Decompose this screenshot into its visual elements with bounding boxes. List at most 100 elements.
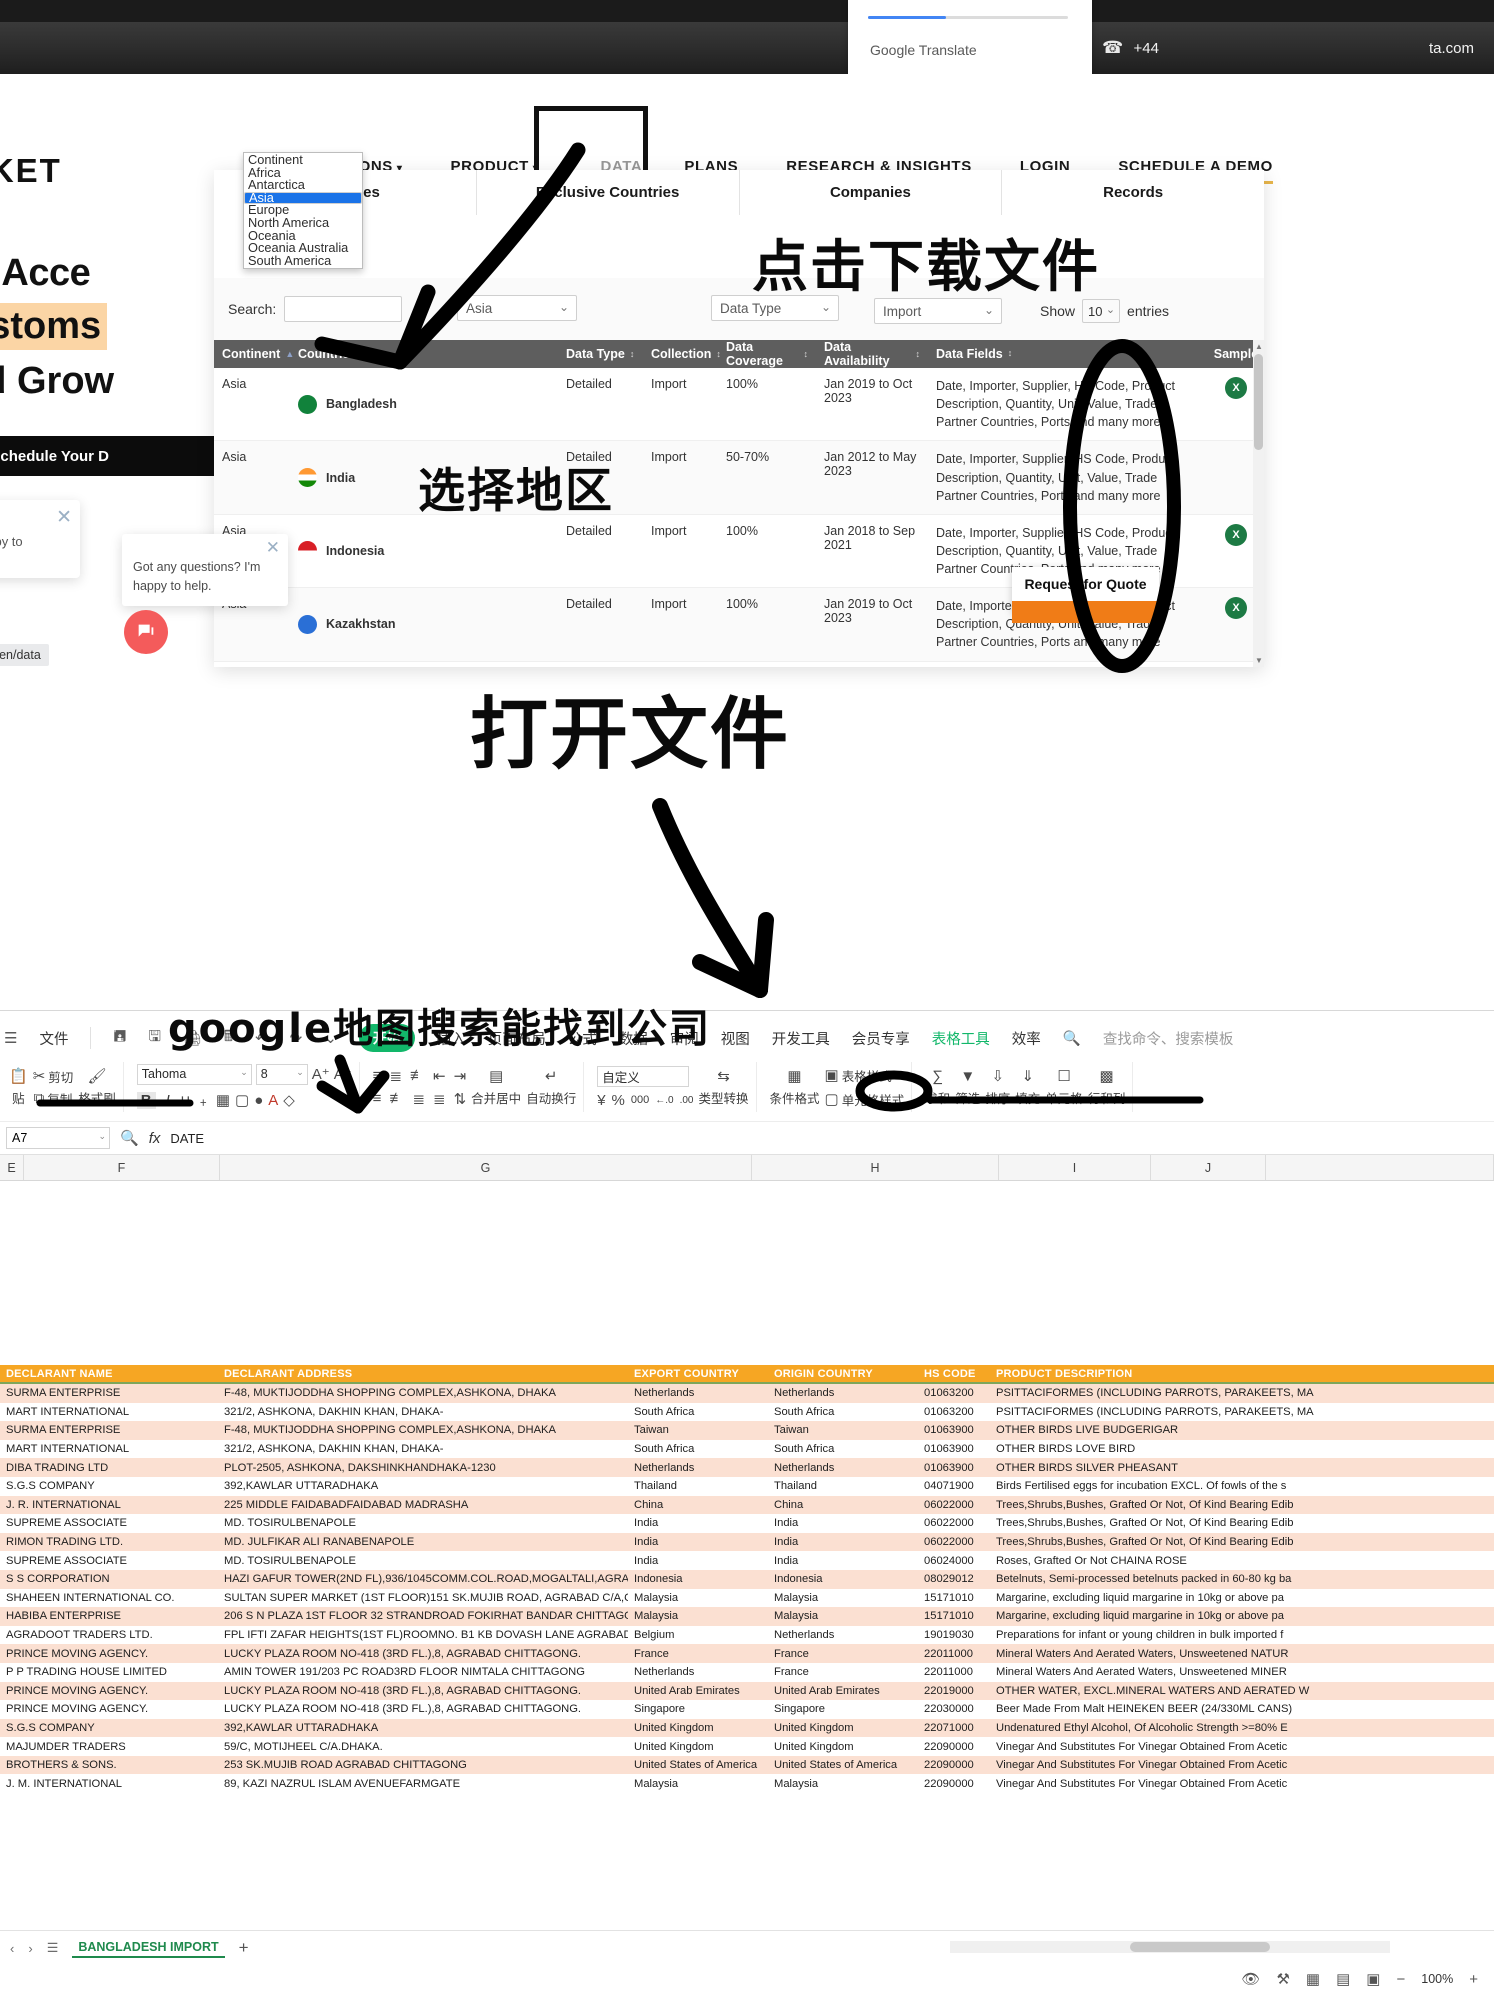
underline-icon[interactable]: ∪ (180, 1091, 191, 1109)
rows-columns-button[interactable]: 行和列 (1088, 1088, 1126, 1107)
empty-grid-area[interactable] (0, 1181, 1494, 1373)
copy-button[interactable]: ⧉ 复制 (34, 1089, 73, 1108)
align-bottom-icon[interactable]: ≢ (410, 1067, 425, 1085)
sheet-col-product-description[interactable]: PRODUCT DESCRIPTION (990, 1368, 1490, 1380)
sheet-data-row[interactable]: MART INTERNATIONAL 321/2, ASHKONA, DAKHIN… (0, 1403, 1494, 1422)
strikethrough-icon[interactable]: ﹢ (196, 1090, 211, 1111)
col-collection[interactable]: Collection ↕ (643, 347, 721, 361)
sheet-data-row[interactable]: SHAHEEN INTERNATIONAL CO. SULTAN SUPER MA… (0, 1589, 1494, 1608)
cells-icon[interactable]: ☐ (1057, 1067, 1070, 1085)
table-row[interactable]: Asia India Detailed Import 50-70% Jan 20… (214, 441, 1264, 515)
sort-button[interactable]: 排序 (985, 1088, 1010, 1107)
merge-center-button[interactable]: 合并居中 (471, 1088, 521, 1107)
dropdown-option-south-america[interactable]: South America (244, 254, 362, 268)
align-middle-icon[interactable]: ≣ (389, 1067, 402, 1085)
chat-bubble-left[interactable]: ✕ appy to (0, 500, 80, 578)
increase-indent-icon[interactable]: ⇥ (454, 1067, 467, 1085)
justify-icon[interactable]: ≣ (433, 1090, 446, 1108)
bold-button[interactable]: B (136, 1091, 156, 1109)
col-data-fields[interactable]: Data Fields ↕ (928, 345, 1208, 363)
autosum-icon[interactable]: ∑ (932, 1068, 943, 1085)
sheet-data-row[interactable]: MART INTERNATIONAL 321/2, ASHKONA, DAKHIN… (0, 1440, 1494, 1459)
conditional-format-icon[interactable]: ▦ (787, 1067, 801, 1085)
sheet-data-row[interactable]: PRINCE MOVING AGENCY. LUCKY PLAZA ROOM NO… (0, 1681, 1494, 1701)
xls-icon[interactable]: X (1225, 377, 1247, 399)
sheet-data-row[interactable]: S S CORPORATION HAZI GAFUR TOWER(2ND FL),… (0, 1569, 1494, 1589)
sheet-data-row[interactable]: SURMA ENTERPRISE F-48, MUKTIJODDHA SHOPPI… (0, 1384, 1494, 1403)
col-data-availability[interactable]: Data Availability ↕ (816, 340, 928, 368)
col-continent[interactable]: Continent ▲ (214, 347, 294, 361)
font-size-select[interactable]: 8 ⌄ (255, 1063, 308, 1085)
sheet-data-row[interactable]: DIBA TRADING LTD PLOT-2505, ASHKONA, DAKS… (0, 1458, 1494, 1477)
schedule-demo-button[interactable]: » Schedule Your D (0, 436, 215, 476)
sheet-data-row[interactable]: SUPREME ASSOCIATE MD. TOSIRULBENAPOLE Indi… (0, 1514, 1494, 1533)
type-convert-icon[interactable]: ⇆ (717, 1067, 730, 1085)
conditional-format-button[interactable]: 条件格式 (770, 1088, 820, 1107)
sheet-data-row[interactable]: J. M. INTERNATIONAL 89, KAZI NAZRUL ISLAM… (0, 1774, 1494, 1793)
hscroll-thumb[interactable] (1130, 1942, 1270, 1952)
merge-cells-icon[interactable]: ▤ (489, 1067, 503, 1085)
type-convert-button[interactable]: 类型转换 (699, 1088, 749, 1107)
cell-effect-icon[interactable]: ▢ (235, 1091, 249, 1109)
sheet-data-row[interactable]: SURMA ENTERPRISE F-48, MUKTIJODDHA SHOPPI… (0, 1421, 1494, 1440)
sheet-data-row[interactable]: HABIBA ENTERPRISE 206 S N PLAZA 1ST FLOOR… (0, 1607, 1494, 1626)
col-header-F[interactable]: F (24, 1155, 220, 1180)
decrease-indent-icon[interactable]: ⇤ (433, 1067, 446, 1085)
orientation-icon[interactable]: ⇅ (454, 1090, 467, 1108)
close-icon[interactable]: ✕ (56, 506, 72, 529)
col-data-type[interactable]: Data Type ↕ (558, 347, 643, 361)
xls-icon[interactable]: X (1225, 523, 1247, 546)
page-break-icon[interactable]: ▣ (1366, 1970, 1380, 1988)
eye-icon[interactable]: 👁 (1241, 1970, 1260, 1988)
scrollbar-thumb[interactable] (1254, 354, 1263, 450)
wrap-text-button[interactable]: 自动换行 (526, 1088, 576, 1107)
align-center-icon[interactable]: ≢ (389, 1090, 404, 1108)
google-translate-popup[interactable]: Google Translate (848, 0, 1092, 75)
ribbon-tab-view[interactable]: 视图 (721, 1028, 750, 1049)
cells-button[interactable]: 单元格 (1045, 1088, 1083, 1107)
col-data-coverage[interactable]: Data Coverage ↕ (718, 340, 816, 368)
zoom-out-button[interactable]: − (1396, 1971, 1405, 1988)
fill-color-icon[interactable]: ● (254, 1092, 263, 1109)
align-top-icon[interactable]: ≡ (373, 1067, 382, 1085)
sheet-tab-bangladesh-import[interactable]: BANGLADESH IMPORT (72, 1938, 225, 1958)
menu-icon[interactable]: ☰ (47, 1940, 59, 1956)
decrease-decimal-icon[interactable]: .00 (680, 1095, 694, 1106)
increase-decimal-icon[interactable]: ←.0 (655, 1095, 673, 1106)
table-row[interactable]: Asia Bangladesh Detailed Import 100% Jan… (214, 368, 1264, 442)
filter-button[interactable]: 筛选 (955, 1088, 980, 1107)
chat-prompt-card[interactable]: ✕ Got any questions? I'm happy to help. (122, 534, 288, 606)
percent-icon[interactable]: % (612, 1092, 625, 1109)
sheet-data-row[interactable]: BROTHERS & SONS. 253 SK.MUJIB ROAD AGRABA… (0, 1755, 1494, 1775)
continent-select[interactable]: Asia ⌄ (457, 295, 577, 321)
sheet-data-row[interactable]: P P TRADING HOUSE LIMITED AMIN TOWER 191/… (0, 1663, 1494, 1682)
sheet-col-origin-country[interactable]: ORIGIN COUNTRY (768, 1368, 918, 1380)
horizontal-scrollbar[interactable] (950, 1941, 1390, 1953)
ribbon-tab-table-tools[interactable]: 表格工具 (932, 1028, 990, 1049)
sheet-col-declarant-name[interactable]: DECLARANT NAME (0, 1368, 218, 1380)
cut-button[interactable]: ✂ 剪切 (33, 1067, 74, 1086)
site-logo[interactable]: RKET IDE (0, 152, 62, 210)
table-style-button[interactable]: ▣ 表格样式 (825, 1066, 892, 1085)
chevron-right-icon[interactable]: › (28, 1941, 32, 1956)
ribbon-tab-member[interactable]: 会员专享 (852, 1028, 910, 1049)
sheet-data-row[interactable]: S.G.S COMPANY 392,KAWLAR UTTARADHAKA Thail… (0, 1477, 1494, 1496)
sheet-data-row[interactable]: AGRADOOT TRADERS LTD. FPL IFTI ZAFAR HEIG… (0, 1626, 1494, 1645)
menu-icon[interactable]: ☰ (4, 1029, 17, 1047)
rows-columns-icon[interactable]: ▩ (1099, 1067, 1113, 1085)
zoom-level[interactable]: 100% (1421, 1972, 1453, 1986)
zoom-in-button[interactable]: + (1469, 1971, 1478, 1988)
sort-icon[interactable]: ⇩ (991, 1067, 1004, 1085)
grow-font-icon[interactable]: A⁺ (312, 1065, 330, 1083)
ribbon-tab-developer[interactable]: 开发工具 (772, 1028, 830, 1049)
cell-style-button[interactable]: ▢ 单元格样式 (825, 1090, 905, 1109)
wrap-text-icon[interactable]: ↵ (545, 1067, 558, 1085)
sheet-col-hs-code[interactable]: HS CODE (918, 1368, 990, 1380)
format-painter-button[interactable]: 格式刷 (78, 1088, 116, 1107)
add-sheet-button[interactable]: + (239, 1938, 249, 1958)
col-header-E[interactable]: E (0, 1155, 24, 1180)
clear-format-icon[interactable]: ◇ (283, 1091, 295, 1109)
zoom-settings-icon[interactable]: ⚒ (1276, 1970, 1289, 1988)
number-format-select[interactable]: 自定义 (597, 1065, 690, 1087)
comma-icon[interactable]: 000 (631, 1094, 649, 1106)
